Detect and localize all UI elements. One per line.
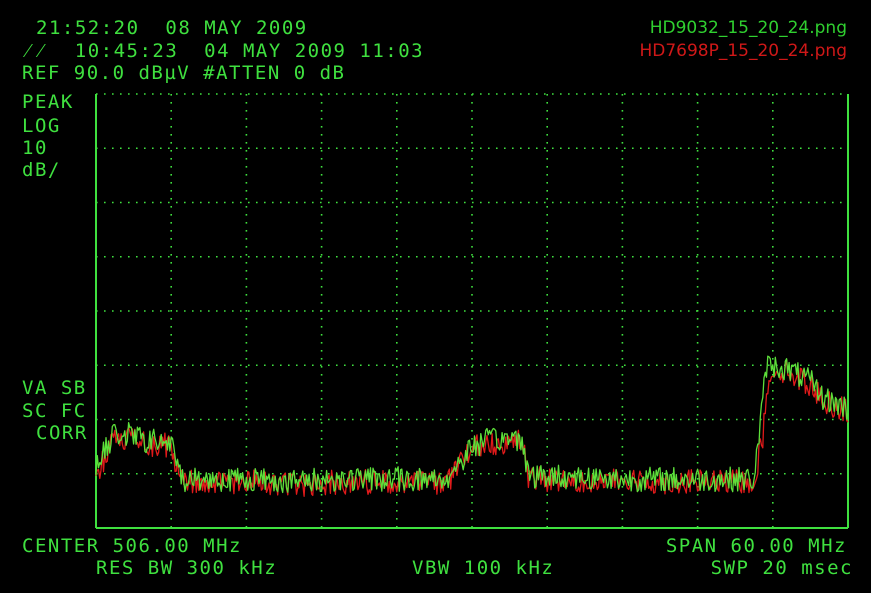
spectrum-plot	[95, 93, 849, 529]
trace-red	[95, 359, 849, 497]
trace-green	[95, 355, 849, 494]
